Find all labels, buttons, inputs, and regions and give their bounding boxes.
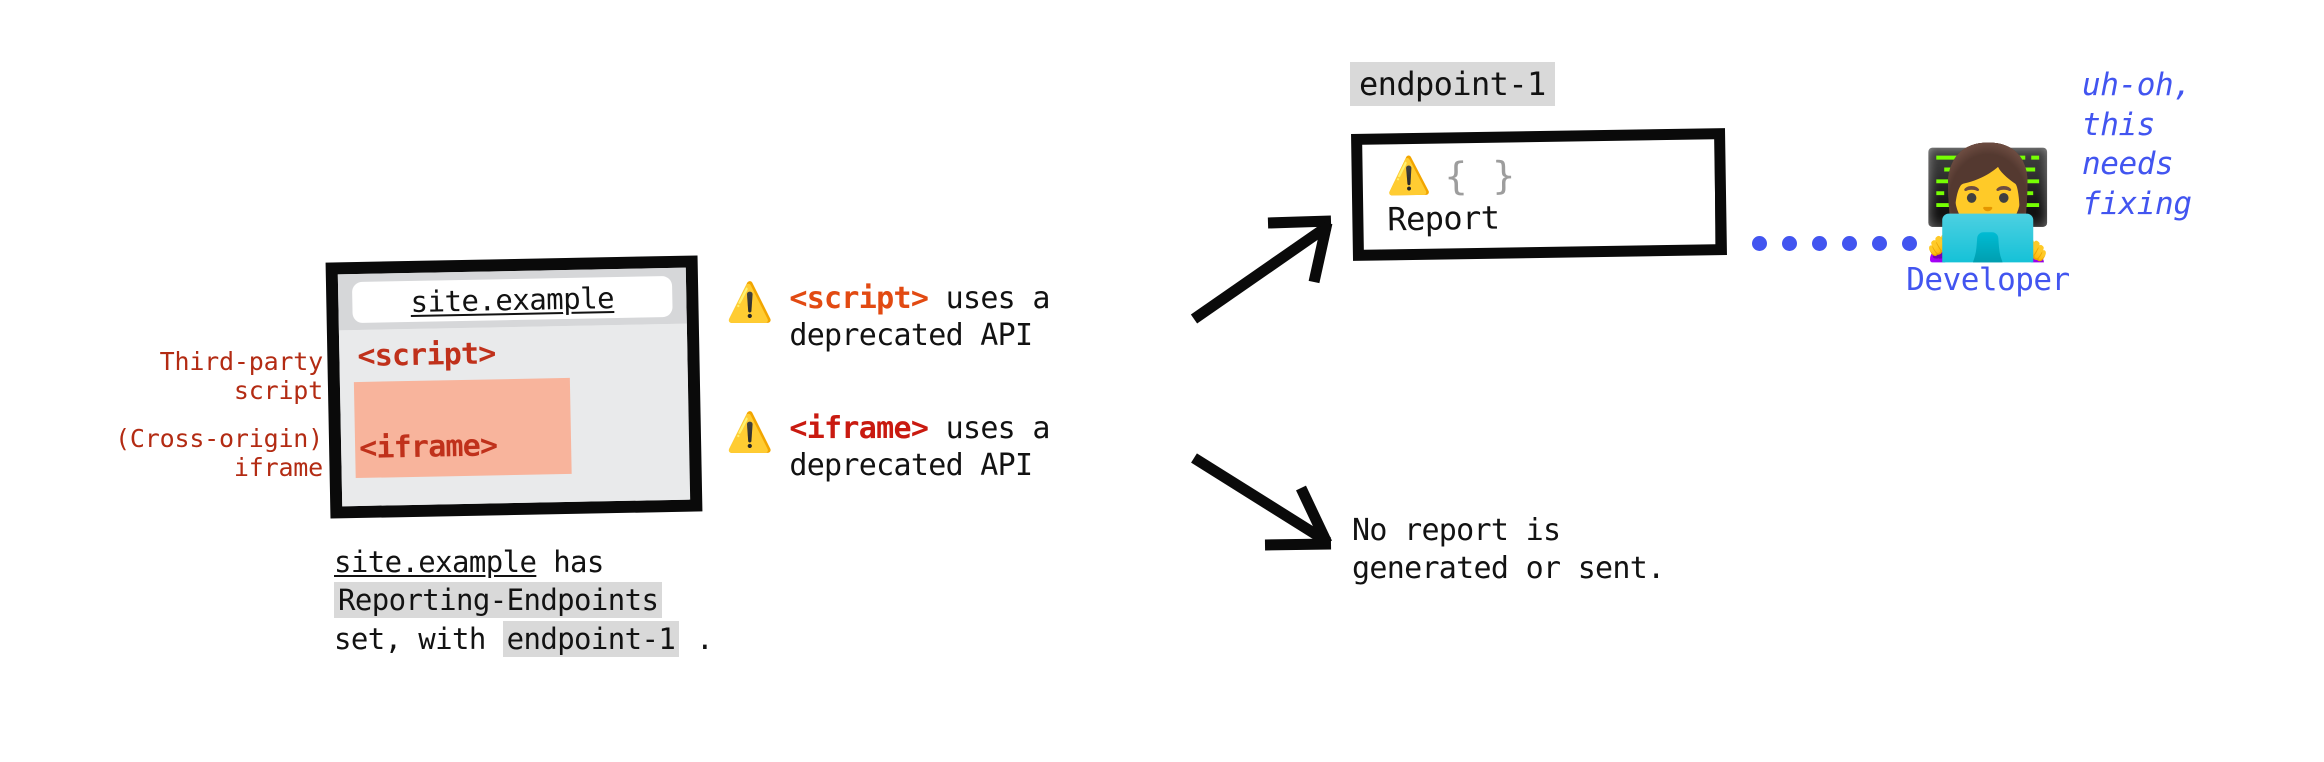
warning-triangle-icon: ⚠️ (1386, 155, 1432, 198)
page-iframe-highlight: <iframe> (353, 377, 572, 479)
url-text: site.example (410, 280, 615, 319)
caption-header-chip: Reporting-Endpoints (334, 582, 663, 619)
warning-triangle-icon: ⚠️ (726, 280, 774, 324)
warning-text-iframe: <iframe> uses a deprecated API (789, 411, 1050, 484)
diagram-canvas: Third-party script (Cross-origin) iframe… (0, 0, 2324, 762)
developer-group: 👩‍💻 Developer (1888, 141, 2088, 299)
connector-dot (1812, 236, 1827, 251)
connector-dot (1872, 236, 1887, 251)
caption-site-name: site.example (334, 545, 537, 579)
warning-row-script: ⚠️ <script> uses a deprecated API (726, 281, 1050, 354)
connector-dot (1782, 236, 1797, 251)
caption-period: . (679, 621, 713, 656)
connector-dot (1842, 236, 1857, 251)
browser-caption: site.example has Reporting-Endpoints set… (334, 543, 714, 658)
page-script-tag: <script> (357, 336, 496, 374)
browser-caption-line-3: set, with endpoint-1 . (334, 620, 714, 658)
connector-dot (1752, 236, 1767, 251)
report-icon-row: ⚠️ { } (1386, 152, 1715, 199)
arrow-down-right-icon (1191, 453, 1332, 551)
annotation-cross-origin-iframe: (Cross-origin) iframe (115, 424, 323, 483)
warning-text-script: <script> uses a deprecated API (789, 281, 1050, 354)
caption-endpoint-chip: endpoint-1 (502, 620, 680, 657)
endpoint-label: endpoint-1 (1350, 62, 1555, 106)
developer-avatar-icon: 👩‍💻 (1920, 141, 2056, 266)
browser-chrome-bar: site.example (337, 267, 687, 331)
warning-row-iframe: ⚠️ <iframe> uses a deprecated API (726, 411, 1050, 484)
developer-speech-text: uh-oh, this needs fixing (2082, 67, 2192, 223)
warning-tag-script: <script> (789, 281, 929, 316)
caption-set-with: set, with (334, 621, 503, 656)
developer-label: Developer (1906, 262, 2070, 298)
no-report-text: No report is generated or sent. (1352, 513, 1665, 587)
json-braces-icon: { } (1444, 153, 1517, 199)
arrow-up-right-icon (1190, 215, 1333, 324)
browser-page-body: <script> <iframe> (338, 323, 691, 507)
warning-tag-iframe: <iframe> (789, 411, 929, 446)
page-iframe-tag: <iframe> (358, 428, 498, 466)
browser-caption-line-1: site.example has (334, 543, 713, 581)
browser-caption-line-2: Reporting-Endpoints (334, 581, 713, 619)
caption-has-word: has (536, 545, 604, 579)
url-bar[interactable]: site.example (351, 275, 673, 324)
browser-window-mock: site.example <script> <iframe> (325, 255, 703, 519)
annotation-third-party-script: Third-party script (159, 347, 324, 406)
report-word: Report (1387, 198, 1500, 239)
report-box-content: ⚠️ { } Report (1362, 139, 1716, 250)
report-box: ⚠️ { } Report (1351, 128, 1727, 261)
warning-triangle-icon: ⚠️ (726, 410, 774, 454)
